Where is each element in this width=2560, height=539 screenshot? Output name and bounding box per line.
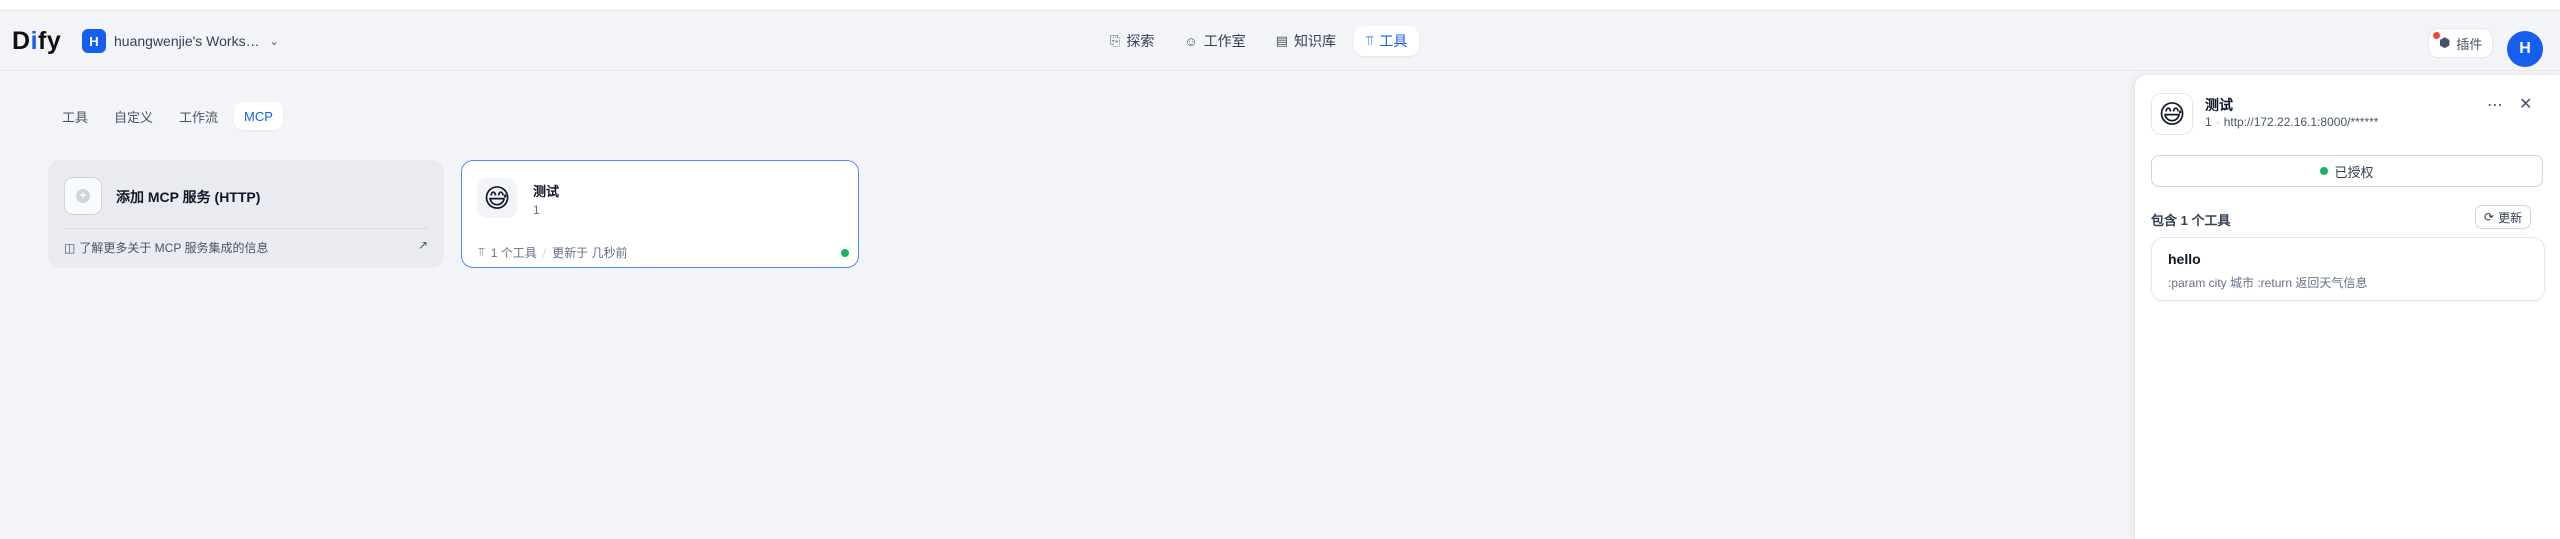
nav-explore[interactable]: ⎘ 探索 <box>1098 26 1166 56</box>
panel-server-url: 1 · http://172.22.16.1:8000/****** <box>2205 115 2378 129</box>
refresh-icon: ⟳ <box>2484 210 2495 224</box>
plus-icon: + <box>64 177 102 215</box>
authorized-label: 已授权 <box>2334 164 2374 180</box>
tools-count: 1 个工具 <box>490 246 537 260</box>
separator: / <box>542 245 547 260</box>
robot-icon: ☺ <box>1184 33 1198 49</box>
workspace-avatar: H <box>82 29 106 53</box>
explore-icon: ⎘ <box>1110 33 1121 48</box>
tab-mcp[interactable]: MCP <box>234 102 283 130</box>
separator: · <box>2215 115 2220 129</box>
panel-url-text: http://172.22.16.1:8000/****** <box>2223 115 2379 129</box>
workspace-switcher[interactable]: H huangwenjie's Works… ⌄ <box>82 28 279 54</box>
tab-custom[interactable]: 自定义 <box>104 102 163 130</box>
panel-title: 测试 <box>2205 97 2233 113</box>
top-header: Dify H huangwenjie's Works… ⌄ ⎘ 探索 ☺ 工作室… <box>0 11 2560 71</box>
more-options-icon[interactable]: ⋯ <box>2487 95 2503 115</box>
learn-more-link[interactable]: ◫ 了解更多关于 MCP 服务集成的信息 <box>64 239 268 256</box>
tab-builtin[interactable]: 工具 <box>52 102 98 130</box>
add-mcp-title: 添加 MCP 服务 (HTTP) <box>116 189 261 205</box>
close-icon[interactable]: ✕ <box>2519 94 2532 114</box>
server-emoji-icon: 😅 <box>477 178 517 218</box>
workspace-name: huangwenjie's Works… <box>114 33 260 49</box>
mcp-server-card[interactable]: 😅 测试 1 ⫪ 1 个工具 / 更新于 几秒前 <box>461 160 859 268</box>
nav-studio[interactable]: ☺ 工作室 <box>1172 26 1257 56</box>
nav-label: 工作室 <box>1203 33 1246 49</box>
authorized-button[interactable]: 已授权 <box>2151 155 2543 187</box>
main-nav: ⎘ 探索 ☺ 工作室 ▤ 知识库 ⫪ 工具 <box>1098 26 1420 56</box>
divider <box>64 228 428 229</box>
book-icon: ▤ <box>1275 33 1288 48</box>
window-top-strip <box>0 0 2560 11</box>
mcp-detail-panel: 😅 测试 1 · http://172.22.16.1:8000/****** … <box>2134 75 2560 539</box>
external-link-icon[interactable]: ↗ <box>418 238 428 252</box>
book-icon: ◫ <box>64 240 76 255</box>
cube-icon: ⬢ <box>2439 35 2451 50</box>
server-name: 测试 <box>533 184 560 199</box>
authorized-status-dot <box>2320 167 2329 175</box>
nav-label: 工具 <box>1379 33 1408 49</box>
server-meta: ⫪ 1 个工具 / 更新于 几秒前 <box>478 244 627 261</box>
panel-server-id: 1 <box>2205 115 2212 129</box>
notification-dot <box>2433 32 2440 39</box>
tool-icon: ⫪ <box>478 245 485 259</box>
updated-time: 更新于 几秒前 <box>552 246 628 260</box>
nav-label: 探索 <box>1126 33 1155 49</box>
add-mcp-service-card[interactable]: + 添加 MCP 服务 (HTTP) ◫ 了解更多关于 MCP 服务集成的信息 … <box>48 160 444 268</box>
dify-logo[interactable]: Dify <box>12 27 61 56</box>
update-button[interactable]: ⟳ 更新 <box>2475 205 2532 229</box>
update-label: 更新 <box>2498 210 2523 225</box>
tab-workflow[interactable]: 工作流 <box>169 102 228 130</box>
tool-icon: ⫪ <box>1365 33 1374 48</box>
status-indicator <box>841 249 849 257</box>
plugins-label: 插件 <box>2456 36 2483 52</box>
user-avatar[interactable]: H <box>2507 31 2543 67</box>
learn-more-label: 了解更多关于 MCP 服务集成的信息 <box>79 241 269 255</box>
panel-emoji-icon: 😅 <box>2151 93 2193 135</box>
server-id: 1 <box>533 203 540 217</box>
nav-knowledge[interactable]: ▤ 知识库 <box>1264 26 1348 56</box>
tools-count-label: 包含 1 个工具 <box>2151 213 2231 228</box>
nav-tools[interactable]: ⫪ 工具 <box>1353 26 1420 56</box>
nav-label: 知识库 <box>1293 33 1336 49</box>
tool-name: hello <box>2168 251 2201 267</box>
tool-list-item[interactable]: hello :param city 城市 :return 返回天气信息 <box>2151 237 2545 301</box>
plugins-button[interactable]: ⬢ 插件 <box>2428 28 2494 58</box>
tool-description: :param city 城市 :return 返回天气信息 <box>2168 276 2368 290</box>
tools-tabs: 工具 自定义 工作流 MCP <box>52 102 283 130</box>
chevron-down-icon: ⌄ <box>269 35 279 48</box>
